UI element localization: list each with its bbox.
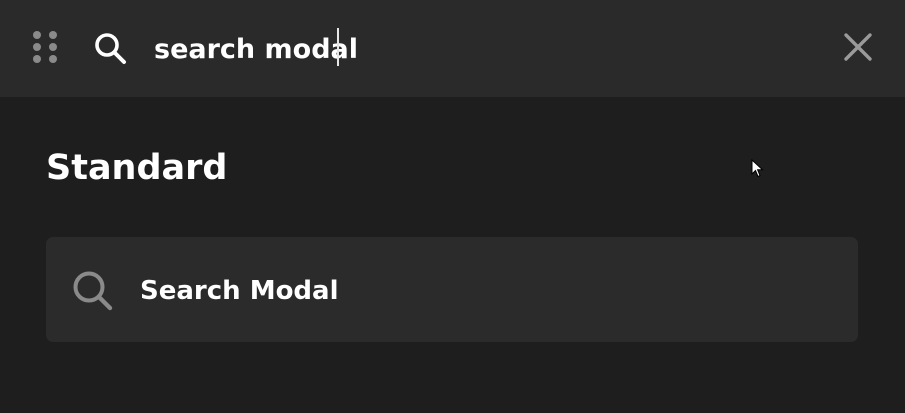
search-input[interactable] <box>154 27 794 71</box>
result-item-label: Search Modal <box>140 276 339 306</box>
search-bar <box>0 0 905 97</box>
result-item-search-modal[interactable]: Search Modal <box>46 237 858 342</box>
search-icon <box>95 33 126 64</box>
section-title: Standard <box>46 148 228 188</box>
close-icon[interactable] <box>838 27 878 67</box>
search-modal: Standard Search Modal <box>0 0 905 413</box>
mouse-pointer-icon <box>751 159 764 178</box>
text-caret <box>337 28 339 66</box>
drag-handle-icon[interactable] <box>33 31 59 63</box>
search-icon <box>73 271 113 311</box>
